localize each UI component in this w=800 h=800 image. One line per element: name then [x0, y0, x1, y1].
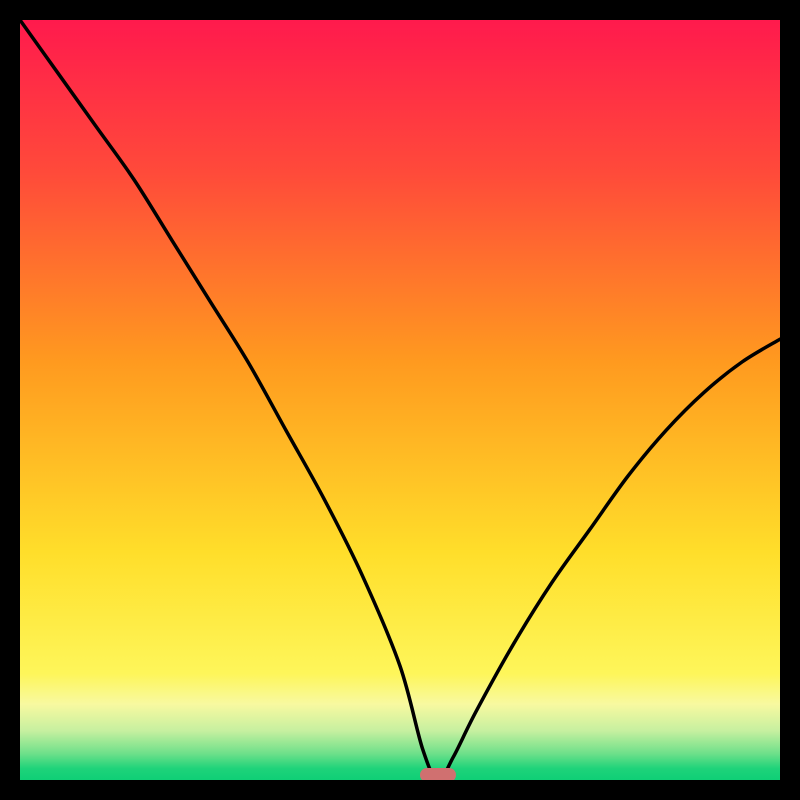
bottleneck-curve	[20, 20, 780, 780]
optimal-point-marker	[420, 768, 456, 780]
plot-area: TheBottleneck.com	[20, 20, 780, 780]
chart-frame: TheBottleneck.com	[10, 10, 790, 790]
